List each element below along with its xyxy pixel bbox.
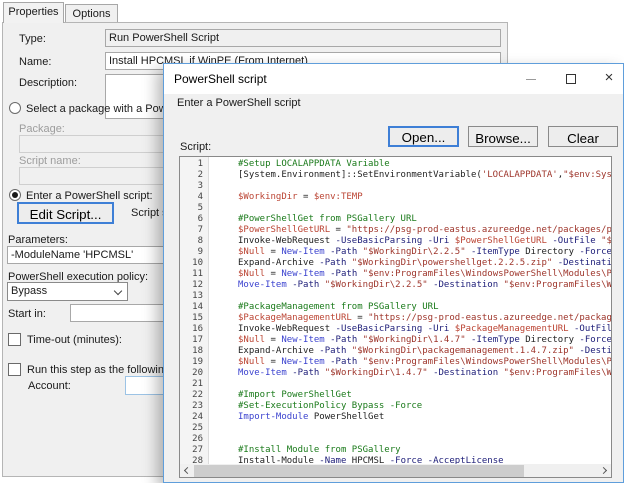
minimize-icon xyxy=(526,79,536,80)
dialog-title: PowerShell script xyxy=(174,72,267,86)
script-line: 27#Install Module from PSGallery xyxy=(180,445,611,456)
script-line: 24Import-Module PowerShellGet xyxy=(180,412,611,423)
script-line: 4$WorkingDir = $env:TEMP xyxy=(180,192,611,203)
timeout-label[interactable]: Time-out (minutes): xyxy=(27,334,122,346)
script-line: 22#Import PowerShellGet xyxy=(180,390,611,401)
script-code: 1#Setup LOCALAPPDATA Variable2[System.En… xyxy=(180,159,611,467)
script-editor[interactable]: 1#Setup LOCALAPPDATA Variable2[System.En… xyxy=(179,156,612,478)
tab-properties[interactable]: Properties xyxy=(3,2,64,23)
script-line: 13 xyxy=(180,291,611,302)
script-line: 25 xyxy=(180,423,611,434)
script-line: 21 xyxy=(180,379,611,390)
script-line: 18Expand-Archive -Path "$WorkingDir\pack… xyxy=(180,346,611,357)
close-icon: × xyxy=(605,69,614,86)
enter-script-radio[interactable] xyxy=(9,189,21,201)
script-line: 23#Set-ExecutionPolicy Bypass -Force xyxy=(180,401,611,412)
script-line: 8Invoke-WebRequest -UseBasicParsing -Uri… xyxy=(180,236,611,247)
type-field: Run PowerShell Script xyxy=(105,29,501,47)
scroll-left-icon[interactable] xyxy=(184,467,191,474)
tab-options[interactable]: Options xyxy=(65,4,118,23)
start-in-label: Start in: xyxy=(8,308,46,320)
script-name-label: Script name: xyxy=(19,155,81,167)
dialog-titlebar[interactable]: PowerShell script × xyxy=(164,64,623,94)
minimize-button[interactable] xyxy=(517,64,545,94)
script-line: 12Move-Item -Path "$WorkingDir\2.2.5" -D… xyxy=(180,280,611,291)
script-line: 3 xyxy=(180,181,611,192)
close-button[interactable]: × xyxy=(595,64,623,94)
type-label: Type: xyxy=(19,33,46,45)
script-line: 1#Setup LOCALAPPDATA Variable xyxy=(180,159,611,170)
account-label: Account: xyxy=(28,380,71,392)
script-line: 17$Null = New-Item -Path "$WorkingDir\1.… xyxy=(180,335,611,346)
description-label: Description: xyxy=(19,77,77,89)
script-line: 10Expand-Archive -Path "$WorkingDir\powe… xyxy=(180,258,611,269)
horizontal-scrollbar[interactable] xyxy=(180,464,611,478)
parameters-label: Parameters: xyxy=(8,234,68,246)
script-line: 15$PackageManagementURL = "https://psg-p… xyxy=(180,313,611,324)
scrollbar-thumb[interactable] xyxy=(194,465,524,477)
timeout-checkbox[interactable] xyxy=(8,333,21,346)
script-line: 9$Null = New-Item -Path "$WorkingDir\2.2… xyxy=(180,247,611,258)
maximize-icon xyxy=(566,74,576,84)
browse-button[interactable]: Browse... xyxy=(468,126,538,147)
execution-policy-select[interactable]: Bypass xyxy=(7,282,128,301)
select-package-radio[interactable] xyxy=(9,102,21,114)
dialog-subtitle: Enter a PowerShell script xyxy=(177,97,301,109)
script-label: Script: xyxy=(180,141,211,153)
powershell-script-dialog: PowerShell script × Enter a PowerShell s… xyxy=(163,63,624,483)
maximize-button[interactable] xyxy=(557,64,585,94)
script-line: 19$Null = New-Item -Path "$env:ProgramFi… xyxy=(180,357,611,368)
name-label: Name: xyxy=(19,56,51,68)
script-line: 6#PowerShellGet from PSGallery URL xyxy=(180,214,611,225)
script-line: 14#PackageManagement from PSGallery URL xyxy=(180,302,611,313)
script-line: 20Move-Item -Path "$WorkingDir\1.4.7" -D… xyxy=(180,368,611,379)
run-as-checkbox[interactable] xyxy=(8,363,21,376)
script-line: 5 xyxy=(180,203,611,214)
chevron-down-icon xyxy=(114,287,122,295)
edit-script-button[interactable]: Edit Script... xyxy=(17,202,114,224)
execution-policy-value: Bypass xyxy=(11,285,47,297)
enter-script-radio-label[interactable]: Enter a PowerShell script: xyxy=(26,190,153,202)
script-line: 2[System.Environment]::SetEnvironmentVar… xyxy=(180,170,611,181)
clear-button[interactable]: Clear xyxy=(548,126,618,147)
script-line: 7$PowerShellGetURL = "https://psg-prod-e… xyxy=(180,225,611,236)
script-line: 11$Null = New-Item -Path "$env:ProgramFi… xyxy=(180,269,611,280)
open-button[interactable]: Open... xyxy=(388,126,459,147)
package-label: Package: xyxy=(19,123,65,135)
script-line: 16Invoke-WebRequest -UseBasicParsing -Ur… xyxy=(180,324,611,335)
script-line: 26 xyxy=(180,434,611,445)
scroll-right-icon[interactable] xyxy=(600,467,607,474)
